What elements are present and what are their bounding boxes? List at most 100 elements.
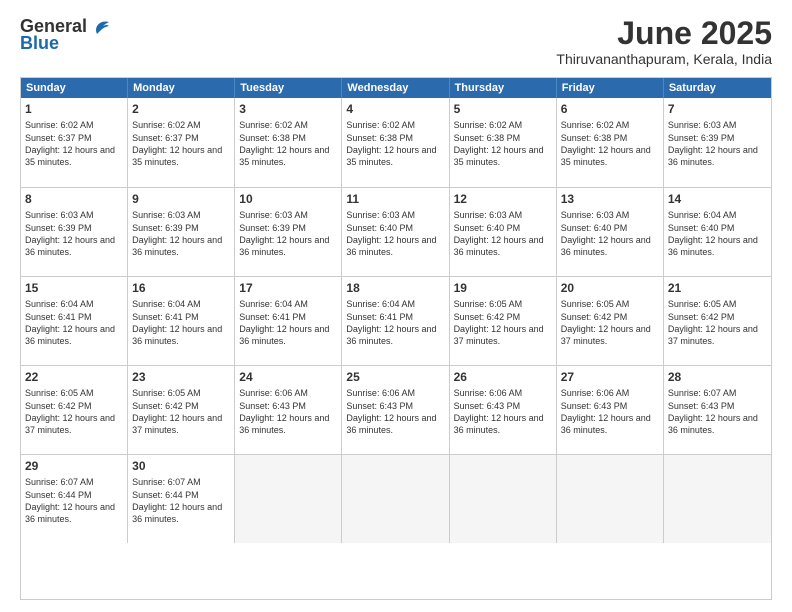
day-number: 4 <box>346 101 444 117</box>
sunset-label: Sunset: 6:42 PM <box>454 312 521 322</box>
day-cell-18: 18 Sunrise: 6:04 AM Sunset: 6:41 PM Dayl… <box>342 277 449 365</box>
sunset-label: Sunset: 6:42 PM <box>668 312 735 322</box>
day-cell-22: 22 Sunrise: 6:05 AM Sunset: 6:42 PM Dayl… <box>21 366 128 454</box>
calendar-body: 1 Sunrise: 6:02 AM Sunset: 6:37 PM Dayli… <box>21 98 771 543</box>
sunrise-label: Sunrise: 6:06 AM <box>346 388 415 398</box>
day-cell-17: 17 Sunrise: 6:04 AM Sunset: 6:41 PM Dayl… <box>235 277 342 365</box>
sunset-label: Sunset: 6:41 PM <box>132 312 199 322</box>
daylight-label: Daylight: 12 hours and 36 minutes. <box>132 324 222 346</box>
dow-friday: Friday <box>557 78 664 98</box>
sunrise-label: Sunrise: 6:02 AM <box>561 120 630 130</box>
sunset-label: Sunset: 6:39 PM <box>25 223 92 233</box>
sunrise-label: Sunrise: 6:06 AM <box>454 388 523 398</box>
sunrise-label: Sunrise: 6:05 AM <box>561 299 630 309</box>
day-cell-6: 6 Sunrise: 6:02 AM Sunset: 6:38 PM Dayli… <box>557 98 664 187</box>
day-cell-10: 10 Sunrise: 6:03 AM Sunset: 6:39 PM Dayl… <box>235 188 342 276</box>
day-number: 10 <box>239 191 337 207</box>
sunrise-label: Sunrise: 6:06 AM <box>561 388 630 398</box>
dow-saturday: Saturday <box>664 78 771 98</box>
location: Thiruvananthapuram, Kerala, India <box>556 51 772 67</box>
daylight-label: Daylight: 12 hours and 37 minutes. <box>668 324 758 346</box>
day-number: 9 <box>132 191 230 207</box>
daylight-label: Daylight: 12 hours and 35 minutes. <box>346 145 436 167</box>
day-number: 17 <box>239 280 337 296</box>
sunset-label: Sunset: 6:39 PM <box>132 223 199 233</box>
daylight-label: Daylight: 12 hours and 36 minutes. <box>132 235 222 257</box>
daylight-label: Daylight: 12 hours and 36 minutes. <box>239 324 329 346</box>
sunrise-label: Sunrise: 6:04 AM <box>25 299 94 309</box>
daylight-label: Daylight: 12 hours and 37 minutes. <box>454 324 544 346</box>
daylight-label: Daylight: 12 hours and 36 minutes. <box>668 145 758 167</box>
daylight-label: Daylight: 12 hours and 36 minutes. <box>561 413 651 435</box>
empty-cell <box>235 455 342 543</box>
day-number: 27 <box>561 369 659 385</box>
daylight-label: Daylight: 12 hours and 35 minutes. <box>132 145 222 167</box>
daylight-label: Daylight: 12 hours and 36 minutes. <box>454 235 544 257</box>
week-row-2: 8 Sunrise: 6:03 AM Sunset: 6:39 PM Dayli… <box>21 187 771 276</box>
day-number: 18 <box>346 280 444 296</box>
day-number: 20 <box>561 280 659 296</box>
day-number: 14 <box>668 191 767 207</box>
day-cell-26: 26 Sunrise: 6:06 AM Sunset: 6:43 PM Dayl… <box>450 366 557 454</box>
day-number: 12 <box>454 191 552 207</box>
day-cell-30: 30 Sunrise: 6:07 AM Sunset: 6:44 PM Dayl… <box>128 455 235 543</box>
day-number: 7 <box>668 101 767 117</box>
dow-tuesday: Tuesday <box>235 78 342 98</box>
sunrise-label: Sunrise: 6:07 AM <box>668 388 737 398</box>
sunrise-label: Sunrise: 6:05 AM <box>25 388 94 398</box>
sunset-label: Sunset: 6:40 PM <box>346 223 413 233</box>
day-number: 15 <box>25 280 123 296</box>
sunrise-label: Sunrise: 6:07 AM <box>132 477 201 487</box>
daylight-label: Daylight: 12 hours and 36 minutes. <box>25 324 115 346</box>
sunset-label: Sunset: 6:41 PM <box>239 312 306 322</box>
daylight-label: Daylight: 12 hours and 37 minutes. <box>132 413 222 435</box>
day-cell-21: 21 Sunrise: 6:05 AM Sunset: 6:42 PM Dayl… <box>664 277 771 365</box>
dow-monday: Monday <box>128 78 235 98</box>
sunset-label: Sunset: 6:37 PM <box>132 133 199 143</box>
daylight-label: Daylight: 12 hours and 35 minutes. <box>454 145 544 167</box>
day-cell-7: 7 Sunrise: 6:03 AM Sunset: 6:39 PM Dayli… <box>664 98 771 187</box>
day-number: 1 <box>25 101 123 117</box>
month-title: June 2025 <box>556 16 772 51</box>
logo-blue: Blue <box>20 33 59 54</box>
daylight-label: Daylight: 12 hours and 36 minutes. <box>346 235 436 257</box>
sunrise-label: Sunrise: 6:03 AM <box>454 210 523 220</box>
day-cell-27: 27 Sunrise: 6:06 AM Sunset: 6:43 PM Dayl… <box>557 366 664 454</box>
sunset-label: Sunset: 6:43 PM <box>454 401 521 411</box>
sunrise-label: Sunrise: 6:05 AM <box>132 388 201 398</box>
day-number: 11 <box>346 191 444 207</box>
daylight-label: Daylight: 12 hours and 36 minutes. <box>25 502 115 524</box>
day-number: 25 <box>346 369 444 385</box>
day-number: 2 <box>132 101 230 117</box>
week-row-1: 1 Sunrise: 6:02 AM Sunset: 6:37 PM Dayli… <box>21 98 771 187</box>
sunset-label: Sunset: 6:42 PM <box>132 401 199 411</box>
day-cell-4: 4 Sunrise: 6:02 AM Sunset: 6:38 PM Dayli… <box>342 98 449 187</box>
sunset-label: Sunset: 6:37 PM <box>25 133 92 143</box>
daylight-label: Daylight: 12 hours and 36 minutes. <box>132 502 222 524</box>
sunrise-label: Sunrise: 6:03 AM <box>132 210 201 220</box>
dow-wednesday: Wednesday <box>342 78 449 98</box>
sunset-label: Sunset: 6:44 PM <box>132 490 199 500</box>
daylight-label: Daylight: 12 hours and 36 minutes. <box>239 235 329 257</box>
day-number: 8 <box>25 191 123 207</box>
logo: General Blue <box>20 16 111 54</box>
sunrise-label: Sunrise: 6:03 AM <box>239 210 308 220</box>
day-cell-24: 24 Sunrise: 6:06 AM Sunset: 6:43 PM Dayl… <box>235 366 342 454</box>
sunset-label: Sunset: 6:38 PM <box>239 133 306 143</box>
sunrise-label: Sunrise: 6:04 AM <box>239 299 308 309</box>
daylight-label: Daylight: 12 hours and 36 minutes. <box>346 324 436 346</box>
sunset-label: Sunset: 6:42 PM <box>25 401 92 411</box>
daylight-label: Daylight: 12 hours and 35 minutes. <box>561 145 651 167</box>
day-number: 22 <box>25 369 123 385</box>
empty-cell <box>342 455 449 543</box>
sunset-label: Sunset: 6:41 PM <box>346 312 413 322</box>
calendar-page: General Blue June 2025 Thiruvananthapura… <box>0 0 792 612</box>
day-cell-20: 20 Sunrise: 6:05 AM Sunset: 6:42 PM Dayl… <box>557 277 664 365</box>
sunrise-label: Sunrise: 6:02 AM <box>25 120 94 130</box>
sunrise-label: Sunrise: 6:05 AM <box>668 299 737 309</box>
sunrise-label: Sunrise: 6:03 AM <box>561 210 630 220</box>
week-row-4: 22 Sunrise: 6:05 AM Sunset: 6:42 PM Dayl… <box>21 365 771 454</box>
sunrise-label: Sunrise: 6:02 AM <box>132 120 201 130</box>
sunrise-label: Sunrise: 6:03 AM <box>668 120 737 130</box>
week-row-3: 15 Sunrise: 6:04 AM Sunset: 6:41 PM Dayl… <box>21 276 771 365</box>
